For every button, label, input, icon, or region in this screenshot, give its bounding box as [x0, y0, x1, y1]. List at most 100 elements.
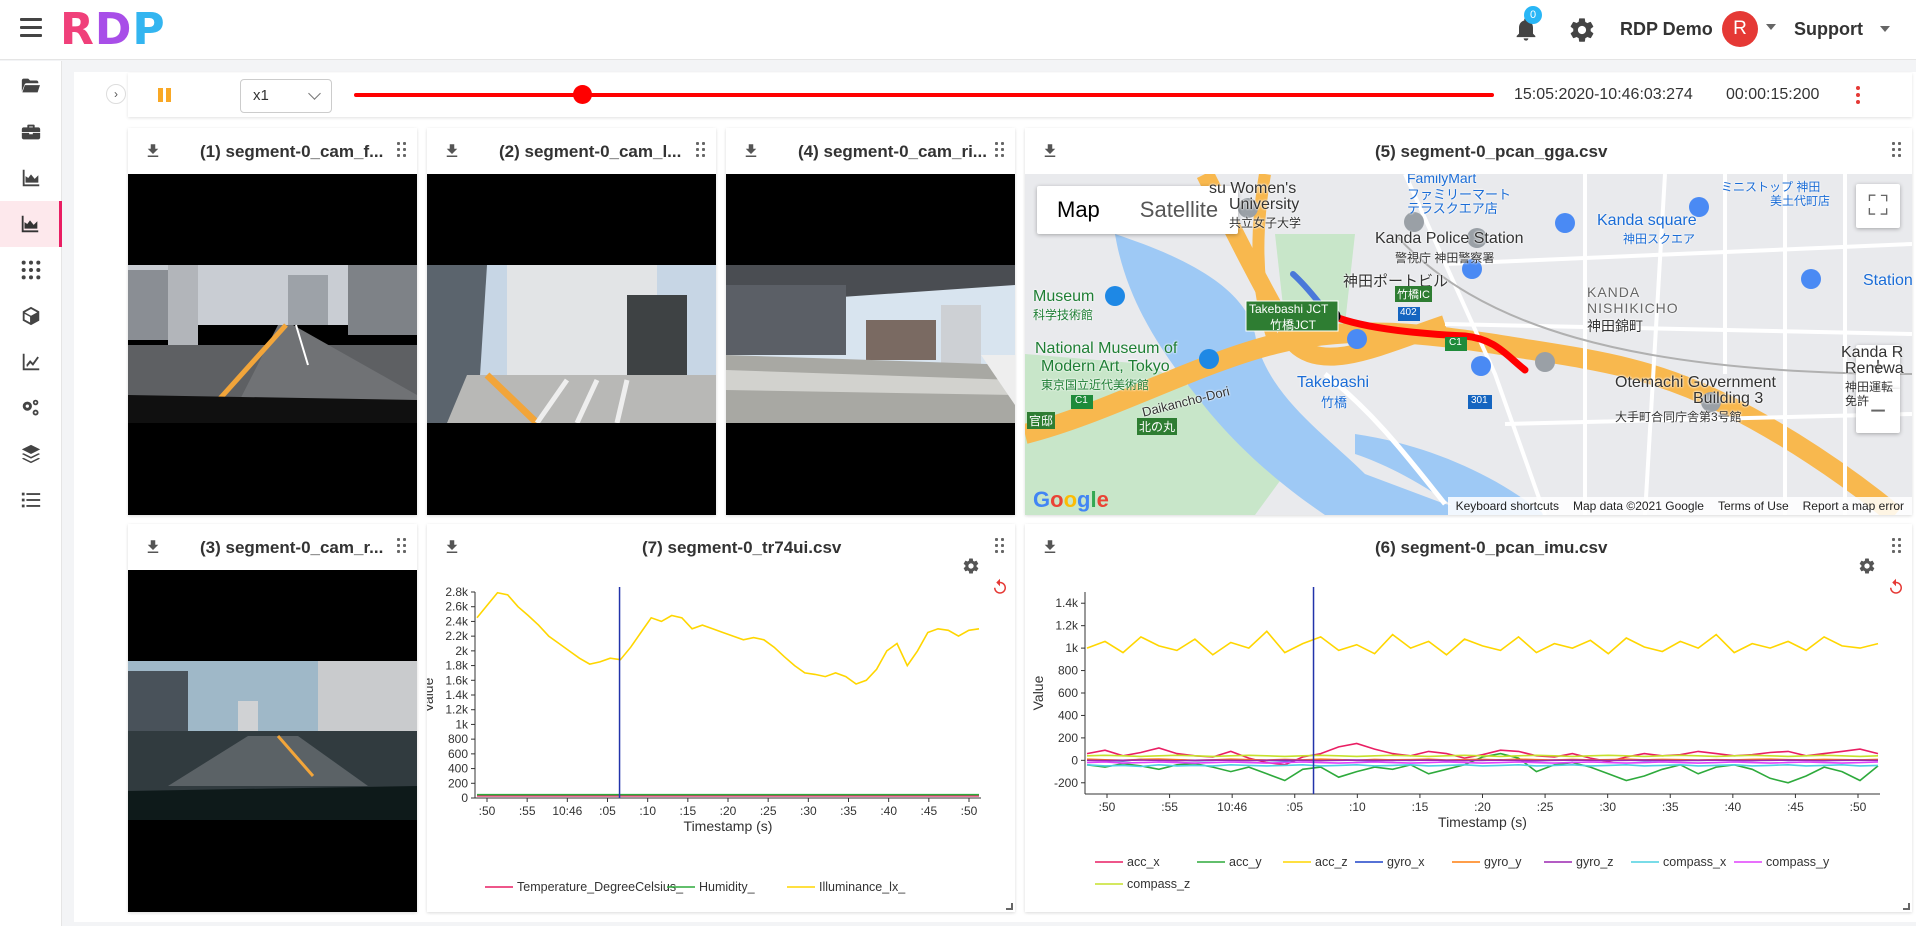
pause-icon[interactable] [158, 88, 172, 102]
legend-label[interactable]: compass_x [1663, 855, 1727, 869]
x-tick-label: :20 [720, 804, 737, 818]
resize-handle-icon[interactable] [1006, 903, 1013, 910]
sidebar-item-cogs[interactable] [0, 385, 62, 431]
y-tick-label: -200 [1054, 776, 1078, 790]
legend-label[interactable]: acc_x [1127, 855, 1160, 869]
sidebar-item-cube[interactable] [0, 293, 62, 339]
report-map-error-link[interactable]: Report a map error [1803, 499, 1904, 513]
download-icon[interactable] [1041, 538, 1059, 556]
download-icon[interactable] [742, 142, 760, 160]
card-header: (7) segment-0_tr74ui.csv [427, 524, 1015, 570]
legend-label[interactable]: acc_z [1315, 855, 1348, 869]
x-tick-label: :45 [920, 804, 937, 818]
fullscreen-icon[interactable]: ⛶ [1856, 184, 1900, 228]
card-title: (2) segment-0_cam_l... [499, 142, 682, 161]
y-tick-label: 400 [448, 762, 468, 776]
sidebar-item-list[interactable] [0, 477, 62, 523]
support-menu[interactable]: Support [1794, 19, 1863, 40]
legend-label[interactable]: compass_z [1127, 877, 1190, 891]
sidebar-item-area-chart[interactable] [0, 155, 62, 201]
download-icon[interactable] [1041, 142, 1059, 160]
video-frame[interactable] [726, 174, 1015, 515]
map-label: 北の丸 [1137, 418, 1178, 435]
x-tick-label: :40 [1724, 800, 1741, 814]
top-bar: RDP 0 RDP Demo R Support [0, 0, 1916, 60]
drag-handle-icon[interactable] [995, 142, 1005, 158]
support-menu-caret-icon[interactable] [1880, 26, 1890, 32]
drag-handle-icon[interactable] [397, 142, 407, 158]
sidebar-item-line-chart[interactable] [0, 339, 62, 385]
legend-label[interactable]: gyro_x [1387, 855, 1425, 869]
drag-handle-icon[interactable] [1892, 538, 1902, 554]
map-label: Renewa [1845, 360, 1904, 377]
x-tick-label: :15 [679, 804, 696, 818]
legend-label[interactable]: gyro_z [1576, 855, 1614, 869]
y-tick-label: 400 [1058, 708, 1078, 722]
download-icon[interactable] [144, 142, 162, 160]
sidebar-item-layers[interactable] [0, 431, 62, 477]
y-tick-label: 1.8k [445, 659, 469, 673]
x-tick-label: :10 [639, 804, 656, 818]
sidebar-item-grid[interactable] [0, 247, 62, 293]
camera-card-front: (1) segment-0_cam_f... [128, 128, 417, 515]
imu-line-chart[interactable]: 1.4k 1.2k 1k 800 600 400 200 0 -200:50:55 10:46:0… [1025, 570, 1912, 910]
user-name[interactable]: RDP Demo [1620, 19, 1713, 40]
map-label: Takebashi [1297, 374, 1370, 391]
y-tick-label: 2k [455, 644, 469, 658]
map-label: 東京国立近代美術館 [1041, 378, 1150, 392]
tr74-line-chart[interactable]: 2.8k2.6k2.4k2.2k2k1.8k1.6k1.4k1.2k1k8006… [427, 570, 1015, 910]
x-tick-label: :45 [1787, 800, 1804, 814]
area-chart-active-icon [21, 215, 38, 233]
playback-bar: x1 15:05:2020-10:46:03:274 00:00:15:200 [128, 73, 1912, 117]
y-tick-label: 2.4k [445, 614, 469, 628]
legend-label[interactable]: compass_y [1766, 855, 1830, 869]
legend-label[interactable]: acc_y [1229, 855, 1262, 869]
sidebar-item-folder[interactable] [0, 63, 62, 109]
resize-handle-icon[interactable] [1903, 903, 1910, 910]
x-tick-label: :30 [800, 804, 817, 818]
map-label: Modern Art, Tokyo [1041, 358, 1170, 375]
card-header: (1) segment-0_cam_f... [128, 128, 417, 174]
map-type-map-button[interactable]: Map [1037, 186, 1120, 234]
y-tick-label: 2.8k [445, 585, 469, 599]
legend-label[interactable]: Temperature_DegreeCelsius_ [517, 880, 684, 894]
card-header: (6) segment-0_pcan_imu.csv [1025, 524, 1912, 570]
map-view[interactable]: Map Satellite ⛶ + − su Women's Universit… [1025, 174, 1912, 515]
user-avatar[interactable]: R [1722, 11, 1758, 47]
map-type-toggle: Map Satellite [1037, 186, 1239, 234]
keyboard-shortcuts-link[interactable]: Keyboard shortcuts [1456, 499, 1559, 513]
list-icon [21, 492, 41, 508]
y-tick-label: 1.2k [445, 703, 469, 717]
sidebar-item-area-chart-active[interactable] [0, 201, 62, 247]
download-icon[interactable] [144, 538, 162, 556]
panel-collapse-chevron-icon[interactable]: › [106, 84, 126, 104]
camera-card-rear: (3) segment-0_cam_r... [128, 524, 417, 912]
rdp-logo[interactable]: RDP [60, 4, 166, 55]
timeline-track[interactable] [354, 93, 1494, 97]
playback-speed-select[interactable]: x1 [240, 79, 332, 113]
legend-label[interactable]: Humidity_ [699, 880, 756, 894]
map-label: 301 [1471, 395, 1488, 406]
video-frame[interactable] [128, 570, 417, 912]
timeline-thumb[interactable] [573, 85, 592, 104]
more-options-icon[interactable] [1856, 86, 1862, 104]
terms-of-use-link[interactable]: Terms of Use [1718, 499, 1789, 513]
download-icon[interactable] [443, 538, 461, 556]
drag-handle-icon[interactable] [696, 142, 706, 158]
hamburger-menu-icon[interactable] [20, 18, 42, 38]
legend-label[interactable]: gyro_y [1484, 855, 1522, 869]
video-frame[interactable] [427, 174, 716, 515]
user-menu-caret-icon[interactable] [1766, 24, 1776, 30]
map-label: 竹橋JCT [1270, 318, 1316, 332]
download-icon[interactable] [443, 142, 461, 160]
drag-handle-icon[interactable] [397, 538, 407, 554]
x-tick-label: :50 [961, 804, 978, 818]
y-axis-label: Value [1030, 675, 1046, 710]
video-frame[interactable] [128, 174, 417, 515]
legend-label[interactable]: Illuminance_lx_ [819, 880, 906, 894]
road-scene-image [128, 661, 417, 820]
drag-handle-icon[interactable] [995, 538, 1005, 554]
settings-gear-icon[interactable] [1568, 16, 1596, 44]
drag-handle-icon[interactable] [1892, 142, 1902, 158]
sidebar-item-toolbox[interactable] [0, 109, 62, 155]
